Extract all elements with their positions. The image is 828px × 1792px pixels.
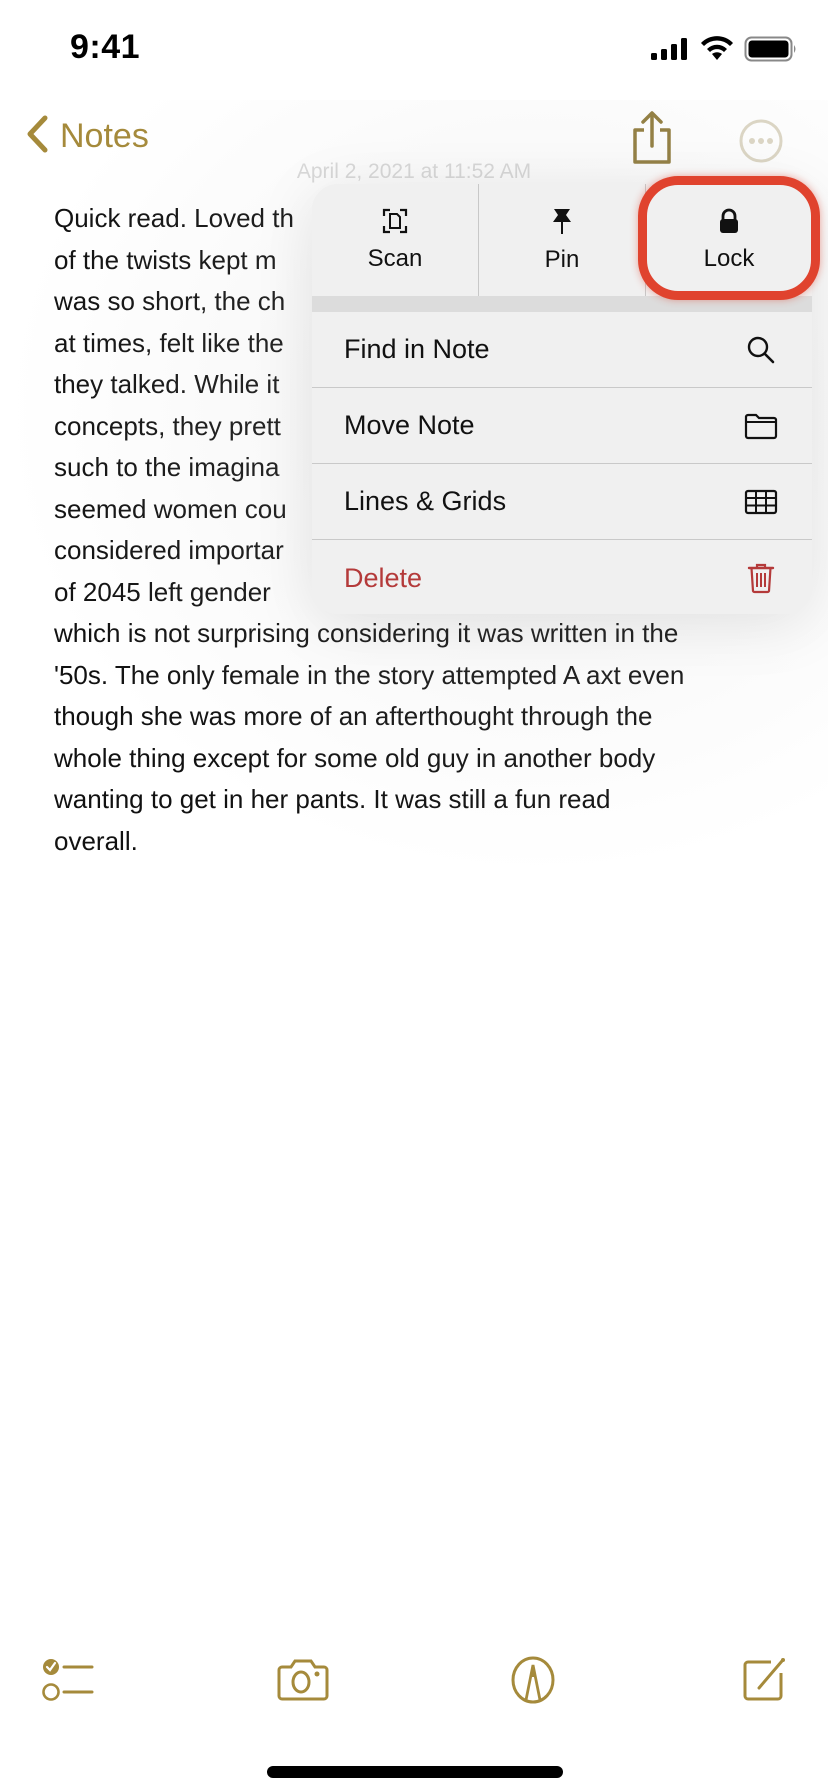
grid-icon <box>744 485 778 519</box>
checklist-icon <box>42 1656 94 1709</box>
pin-label: Pin <box>544 245 580 273</box>
pin-icon <box>550 207 574 240</box>
more-button[interactable] <box>738 118 784 164</box>
home-indicator[interactable] <box>267 1766 563 1778</box>
context-menu: Scan Pin Lock Find in Note Move Note Lin… <box>312 184 812 614</box>
move-note-item[interactable]: Move Note <box>312 388 812 464</box>
markup-pen-icon <box>509 1655 557 1710</box>
delete-item[interactable]: Delete <box>312 540 812 614</box>
checklist-button[interactable] <box>40 1654 96 1710</box>
note-line: though she was more of an afterthought t… <box>54 701 653 731</box>
camera-icon <box>275 1658 331 1707</box>
lock-action[interactable]: Lock <box>645 184 812 296</box>
status-bar: 9:41 <box>0 0 828 100</box>
trash-icon <box>744 561 778 595</box>
find-in-note-label: Find in Note <box>344 334 490 364</box>
camera-button[interactable] <box>275 1654 331 1710</box>
status-time: 9:41 <box>70 28 141 66</box>
move-note-label: Move Note <box>344 410 475 440</box>
note-line: overall. <box>54 825 138 856</box>
markup-button[interactable] <box>505 1654 561 1710</box>
pin-action[interactable]: Pin <box>478 184 645 296</box>
scan-action[interactable]: Scan <box>312 184 478 296</box>
back-label: Notes <box>60 117 149 155</box>
note-line: '50s. The only female in the story attem… <box>54 659 685 690</box>
scan-label: Scan <box>367 244 423 272</box>
search-icon <box>744 333 778 367</box>
compose-icon <box>741 1657 787 1708</box>
notes-screen: 9:41 Notes April 2, 2021 at 11:52 AM Qui… <box>0 0 828 1792</box>
compose-button[interactable] <box>736 1654 792 1710</box>
share-button[interactable] <box>630 110 674 166</box>
document-scan-icon <box>382 208 408 239</box>
find-in-note-item[interactable]: Find in Note <box>312 312 812 388</box>
wifi-icon <box>700 36 734 67</box>
lock-icon <box>718 208 740 239</box>
menu-list: Find in Note Move Note Lines & Grids Del… <box>312 312 812 614</box>
delete-label: Delete <box>344 562 423 593</box>
note-line: wanting to get in her pants. It was stil… <box>54 784 611 814</box>
lines-grids-label: Lines & Grids <box>344 486 507 516</box>
status-icons <box>650 36 798 67</box>
bottom-toolbar <box>0 1640 828 1720</box>
lock-label: Lock <box>703 244 755 272</box>
folder-icon <box>744 409 778 443</box>
battery-full-icon <box>744 36 798 67</box>
lines-grids-item[interactable]: Lines & Grids <box>312 464 812 540</box>
cellular-signal-icon <box>650 37 690 66</box>
note-line: which is not surprising considering it w… <box>54 618 679 648</box>
menu-section-separator <box>312 296 812 312</box>
back-button[interactable]: Notes <box>24 114 149 159</box>
note-date: April 2, 2021 at 11:52 AM <box>296 160 532 183</box>
note-line: whole thing except for some old guy in a… <box>54 742 656 773</box>
chevron-left-icon <box>24 114 50 159</box>
quick-actions-row: Scan Pin Lock <box>312 184 812 296</box>
